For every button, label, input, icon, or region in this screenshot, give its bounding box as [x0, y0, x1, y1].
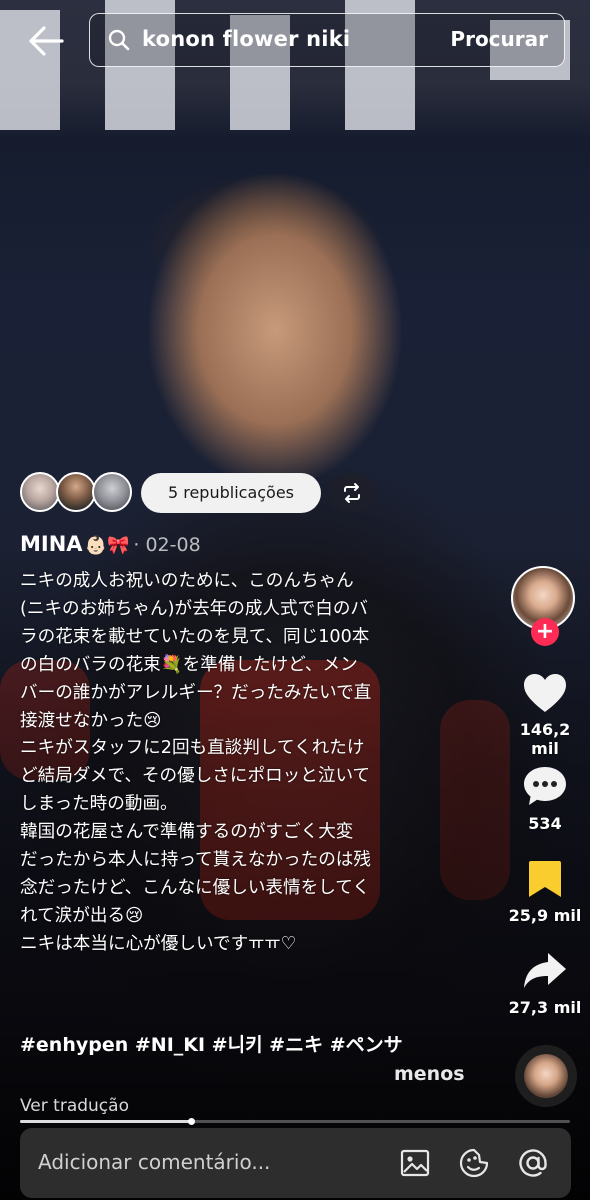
emoji-icon[interactable]: [458, 1147, 490, 1179]
caption-line: バーの誰かがアレルギー？だったみたいで直: [20, 682, 372, 703]
video-progress-bar[interactable]: [20, 1118, 570, 1125]
video-progress-handle[interactable]: [187, 1118, 195, 1125]
share-count: 27,3 mil: [508, 998, 582, 1017]
post-caption[interactable]: ニキの成人お祝いのために、このんちゃん (ニキのお姉ちゃん)が去年の成人式で白のバ…: [20, 568, 472, 959]
caption-line: ど結局ダメで、その優しさにポロッと泣いて: [20, 766, 371, 787]
caption-line: しまった時の動画。: [20, 794, 178, 815]
comment-input[interactable]: Adicionar comentário...: [38, 1150, 270, 1174]
caption-line: 接渡せなかった😢: [20, 710, 162, 731]
caption-line: れて涙が出る😢: [20, 905, 144, 926]
show-less-link[interactable]: menos: [394, 1063, 465, 1085]
caption-line: ニキは本当に心が優しいですㅠㅠ♡: [20, 933, 297, 954]
search-input[interactable]: konon flower niki: [142, 27, 350, 51]
search-icon: [108, 29, 130, 51]
video-progress-fill: [20, 1120, 191, 1123]
search-submit-button[interactable]: Procurar: [450, 27, 548, 51]
caption-line: ニキがスタッフに2回も直談判してくれたけ: [20, 738, 365, 759]
repost-button[interactable]: [329, 473, 375, 513]
comment-button[interactable]: 534: [505, 764, 585, 833]
share-arrow-icon: [524, 953, 566, 988]
caption-line: だったから本人に持って貰えなかったのは残: [20, 850, 371, 871]
author-row: MINA 👶🏻🎀 · 02-08: [20, 532, 201, 562]
bookmark-icon: [529, 861, 561, 897]
caption-line: 韓国の花屋さんで準備するのがすごく大変: [20, 822, 354, 843]
follow-button[interactable]: +: [531, 618, 559, 646]
post-date: · 02-08: [133, 534, 201, 556]
repost-icon: [344, 483, 360, 503]
comment-count: 534: [528, 814, 562, 833]
caption-line: ラの花束を載せていたのを見て、同じ100本: [20, 626, 370, 647]
comment-bubble-icon: [524, 767, 566, 805]
arrow-left-icon: [29, 26, 64, 56]
heart-icon: [524, 674, 566, 712]
image-icon[interactable]: [399, 1147, 431, 1179]
avatar: [92, 472, 132, 512]
back-button[interactable]: [26, 24, 66, 58]
author-name[interactable]: MINA: [20, 532, 83, 556]
hashtag-list[interactable]: #enhypen #NI_KI #니키 #ニキ #ペンサ: [20, 1030, 403, 1057]
like-button[interactable]: 146,2 mil: [505, 672, 585, 758]
mention-icon[interactable]: [517, 1147, 549, 1179]
caption-line: (ニキのお姉ちゃん)が去年の成人式で白のバ: [20, 598, 369, 619]
reposter-avatars[interactable]: [20, 472, 140, 516]
caption-line: ニキの成人お祝いのために、このんちゃん: [20, 571, 354, 591]
sound-disc[interactable]: [515, 1045, 577, 1107]
search-bar[interactable]: konon flower niki Procurar: [89, 13, 565, 67]
like-count: 146,2 mil: [519, 720, 571, 758]
share-button[interactable]: 27,3 mil: [505, 950, 585, 1017]
sound-cover-image: [524, 1054, 568, 1098]
repost-count-pill[interactable]: 5 republicações: [141, 473, 321, 513]
avatar: [56, 472, 96, 512]
caption-line: の白のバラの花束💐を準備したけど、メン: [20, 654, 358, 675]
save-button[interactable]: 25,9 mil: [505, 858, 585, 925]
avatar: [20, 472, 60, 512]
author-emoji: 👶🏻🎀: [84, 535, 130, 556]
save-count: 25,9 mil: [508, 906, 582, 925]
comment-input-bar[interactable]: Adicionar comentário...: [20, 1128, 571, 1198]
see-translation-link[interactable]: Ver tradução: [20, 1096, 129, 1116]
caption-line: 念だったけど、こんなに優しい表情をしてく: [20, 877, 370, 898]
